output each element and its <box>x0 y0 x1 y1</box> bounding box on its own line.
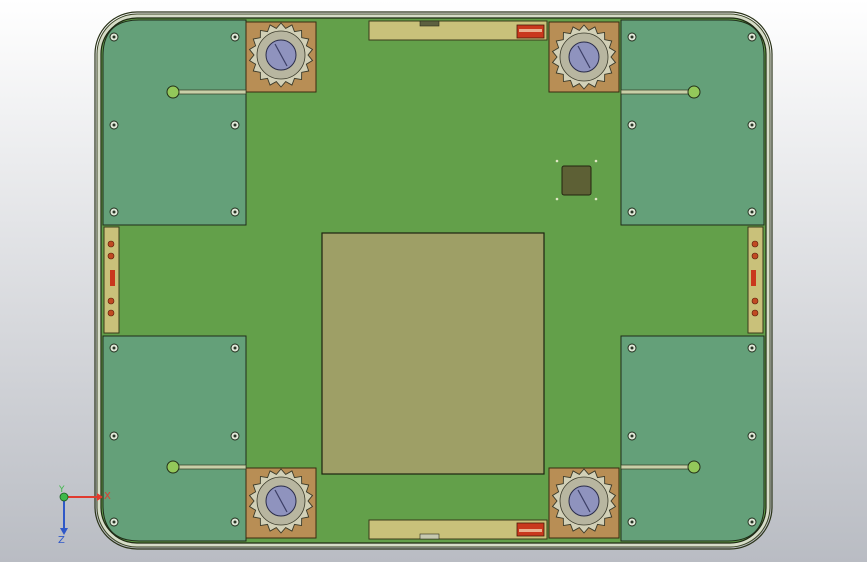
screw-hole-icon <box>230 32 240 42</box>
rail-top-notch <box>419 20 440 27</box>
rail-bottom-notch <box>419 533 440 540</box>
screw-hole-icon <box>747 343 757 353</box>
screw-hole-icon <box>109 120 119 130</box>
side-port-dot <box>751 252 759 260</box>
chip-pin <box>594 159 598 163</box>
screw-hole-icon <box>627 32 637 42</box>
spring-rod-icon <box>172 464 247 470</box>
side-port-left-slot <box>110 270 115 286</box>
spring-rod-icon <box>172 89 247 95</box>
latch-bottom-highlight <box>519 529 542 532</box>
spring-rod-knob <box>166 460 180 474</box>
spring-rod-icon <box>620 89 695 95</box>
screw-hole-icon <box>109 517 119 527</box>
z-axis-label: Z <box>58 535 65 546</box>
panel-top-left[interactable] <box>102 19 247 226</box>
side-port-dot <box>107 309 115 317</box>
screw-hole-icon <box>109 343 119 353</box>
panel-bottom-right[interactable] <box>620 335 765 542</box>
screw-hole-icon <box>230 120 240 130</box>
side-port-dot <box>751 309 759 317</box>
wheel-bottom-left-block[interactable] <box>245 467 317 539</box>
center-panel[interactable] <box>321 232 545 475</box>
screw-hole-icon <box>747 431 757 441</box>
screw-hole-icon <box>627 517 637 527</box>
x-axis-label: X <box>104 491 111 502</box>
side-port-right-slot <box>751 270 756 286</box>
screw-hole-icon <box>747 517 757 527</box>
spring-rod-icon <box>620 464 695 470</box>
spring-rod-knob <box>687 460 701 474</box>
side-port-dot <box>107 297 115 305</box>
screw-hole-icon <box>627 431 637 441</box>
screw-hole-icon <box>747 207 757 217</box>
chip-pin <box>555 159 559 163</box>
side-port-dot <box>751 240 759 248</box>
chip-pin <box>555 197 559 201</box>
side-port-dot <box>107 240 115 248</box>
screw-hole-icon <box>747 32 757 42</box>
screw-hole-icon <box>627 120 637 130</box>
screw-hole-icon <box>109 32 119 42</box>
screw-hole-icon <box>627 207 637 217</box>
chip-module[interactable] <box>561 165 592 196</box>
screw-hole-icon <box>109 207 119 217</box>
screw-hole-icon <box>230 343 240 353</box>
cad-viewport[interactable]: X Y Z <box>0 0 867 562</box>
chip-icon[interactable] <box>561 165 592 196</box>
panel-top-right[interactable] <box>620 19 765 226</box>
cad-drawing[interactable]: X Y Z <box>0 0 867 562</box>
screw-hole-icon <box>627 343 637 353</box>
side-port-dot <box>751 297 759 305</box>
wheel-top-left-block[interactable] <box>245 21 317 93</box>
wheel-top-right-block[interactable] <box>548 21 620 93</box>
latch-top-highlight <box>519 29 542 32</box>
spring-rod-knob <box>687 85 701 99</box>
screw-hole-icon <box>109 431 119 441</box>
wheel-bottom-right-block[interactable] <box>548 467 620 539</box>
screw-hole-icon <box>230 431 240 441</box>
screw-hole-icon <box>230 207 240 217</box>
panel-bottom-left[interactable] <box>102 335 247 542</box>
screw-hole-icon <box>747 120 757 130</box>
side-port-dot <box>107 252 115 260</box>
y-axis-label: Y <box>58 485 65 495</box>
spring-rod-knob <box>166 85 180 99</box>
chip-pin <box>594 197 598 201</box>
screw-hole-icon <box>230 517 240 527</box>
